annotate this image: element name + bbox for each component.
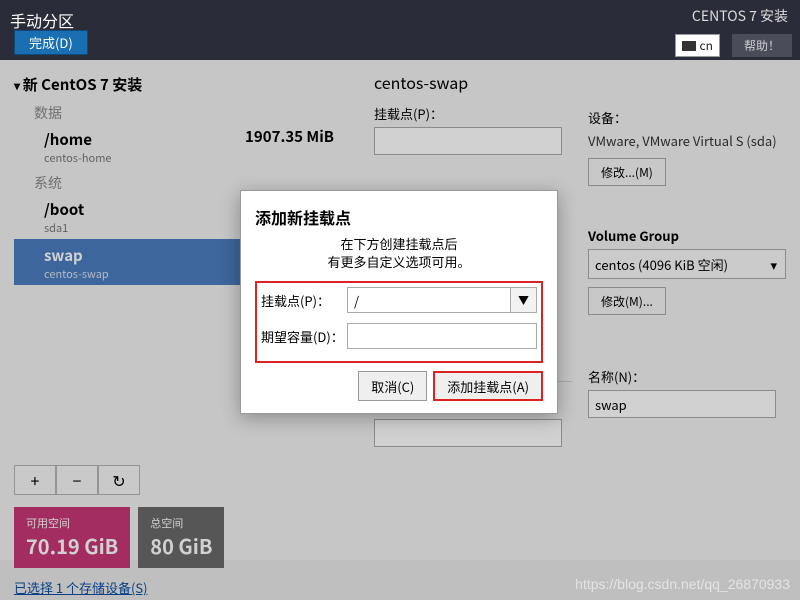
mount-combo: ▼ [347,287,537,313]
watermark-text: https://blog.csdn.net/qq_26870933 [575,576,790,592]
keyboard-layout-indicator[interactable]: cn [675,34,720,57]
capacity-row: 期望容量(D)： [261,323,537,349]
dialog-subtitle: 在下方创建挂载点后 有更多自定义选项可用。 [255,235,543,271]
cancel-button[interactable]: 取消(C) [358,371,427,401]
dialog-title: 添加新挂载点 [255,205,543,229]
add-mount-button[interactable]: 添加挂载点(A) [433,371,543,401]
dialog-mount-input[interactable] [347,287,511,313]
add-mount-dialog: 添加新挂载点 在下方创建挂载点后 有更多自定义选项可用。 挂载点(P)： ▼ 期… [240,190,558,414]
dialog-form-highlight: 挂载点(P)： ▼ 期望容量(D)： [255,281,543,363]
top-bar: 手动分区 完成(D) CENTOS 7 安装 cn 帮助！ [0,0,800,60]
dialog-mount-label: 挂载点(P)： [261,291,347,310]
mount-row: 挂载点(P)： ▼ [261,287,537,313]
chevron-down-icon[interactable]: ▼ [511,287,537,313]
help-button[interactable]: 帮助！ [732,34,792,57]
lang-code: cn [700,37,713,54]
dialog-buttons: 取消(C) 添加挂载点(A) [255,371,543,401]
install-label: CENTOS 7 安装 [692,6,788,26]
keyboard-icon [682,41,696,51]
dialog-capacity-label: 期望容量(D)： [261,327,347,346]
dialog-capacity-input[interactable] [347,323,537,349]
done-button[interactable]: 完成(D) [14,30,88,55]
